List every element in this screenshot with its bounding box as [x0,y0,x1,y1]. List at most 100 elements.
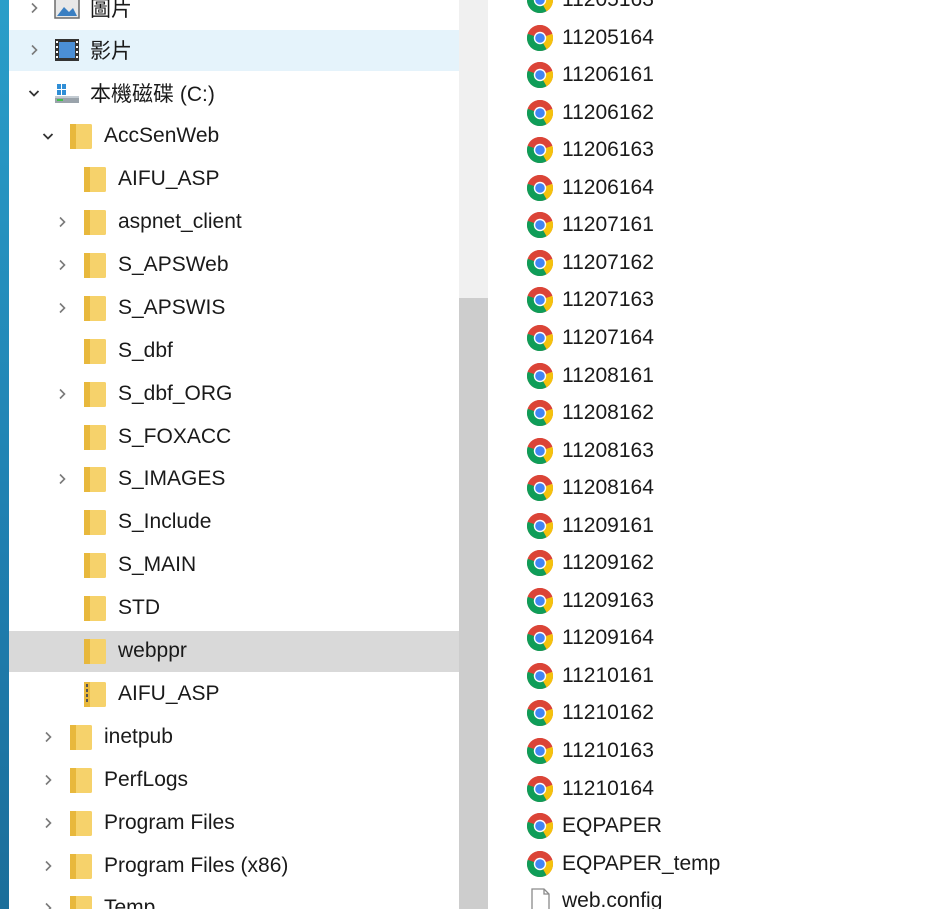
file-item[interactable]: 11210163 [526,733,654,769]
file-name: EQPAPER [562,814,662,838]
file-item[interactable]: 11206162 [526,95,654,131]
nav-item[interactable]: 本機磁碟 (C:) [9,73,459,114]
chevron-right-icon[interactable] [38,813,58,833]
chevron-right-icon[interactable] [52,212,72,232]
nav-item[interactable]: 圖片 [9,0,459,28]
chevron-right-icon[interactable] [52,255,72,275]
nav-item-label: 影片 [90,40,132,64]
file-item[interactable]: 11210164 [526,771,654,807]
folder-icon [68,851,94,881]
nav-item[interactable]: Program Files (x86) [9,845,459,886]
nav-item[interactable]: 影片 [9,29,459,71]
chevron-right-icon[interactable] [38,770,58,790]
chrome-icon [526,249,554,277]
file-item[interactable]: 11207164 [526,320,654,356]
file-item[interactable]: 11210162 [526,695,654,731]
chevron-right-icon[interactable] [38,727,58,747]
chevron-right-icon[interactable] [24,0,44,18]
nav-item[interactable]: S_APSWIS [9,287,459,328]
nav-item[interactable]: aspnet_client [9,202,459,243]
nav-item[interactable]: Temp [9,888,459,909]
nav-item-label: aspnet_client [118,210,242,233]
chrome-icon [526,136,554,164]
nav-item-label: S_Include [118,510,212,534]
nav-item[interactable]: AccSenWeb [9,116,459,157]
chevron-right-icon[interactable] [24,40,44,60]
file-name: 11207162 [562,250,654,274]
file-item[interactable]: EQPAPER_temp [526,846,720,882]
folder-icon [82,336,108,366]
nav-item-label: webppr [118,639,187,662]
window-frame-left [0,0,9,909]
file-item[interactable]: EQPAPER [526,808,662,844]
chevron-right-icon[interactable] [52,469,72,489]
nav-item[interactable]: S_Include [9,502,459,543]
file-item[interactable]: 11205163 [526,0,654,18]
file-item[interactable]: 11209163 [526,583,654,619]
file-name: 11210163 [562,739,654,762]
file-name: 11207164 [562,325,654,349]
folder-icon [82,250,108,280]
chevron-down-icon[interactable] [24,83,44,103]
nav-item-label: AIFU_ASP [118,167,220,191]
file-item[interactable]: 11207161 [526,207,654,243]
file-name: 11206161 [562,63,654,87]
chrome-icon [526,99,554,127]
file-item[interactable]: web.config [526,883,662,909]
file-name: 11209161 [562,513,654,537]
file-list-pane[interactable]: 11205163 11205164 11206161 11206162 11206163… [488,0,927,909]
nav-item[interactable]: STD [9,588,459,629]
nav-item[interactable]: S_dbf_ORG [9,373,459,414]
file-item[interactable]: 11208163 [526,433,654,469]
file-item[interactable]: 11208161 [526,358,654,394]
nav-item[interactable]: S_MAIN [9,545,459,586]
nav-item-label: Temp [104,896,156,909]
file-item[interactable]: 11207163 [526,282,654,318]
chrome-icon [526,549,554,577]
nav-scrollbar-thumb[interactable] [459,298,488,909]
file-name: 11208162 [562,401,654,425]
navigation-pane[interactable]: 圖片影片本機磁碟 (C:) AccSenWeb AIFU_ASP aspnet_cli… [9,0,459,909]
file-item[interactable]: 11206161 [526,57,654,93]
file-item[interactable]: 11210161 [526,658,654,694]
file-item[interactable]: 11209161 [526,508,654,544]
nav-item-label: inetpub [104,724,173,748]
file-name: 11209162 [562,551,654,575]
folder-icon [82,550,108,580]
nav-item-label: Program Files [104,810,235,834]
nav-item-label: S_FOXACC [118,424,232,448]
file-item[interactable]: 11209162 [526,545,654,581]
file-name: 11207161 [562,213,654,237]
nav-item[interactable]: Program Files [9,802,459,843]
chevron-right-icon[interactable] [38,898,58,909]
file-item[interactable]: 11206164 [526,170,654,206]
nav-item[interactable]: AIFU_ASP [9,159,459,200]
file-name: 11206162 [562,100,654,124]
nav-item[interactable]: PerfLogs [9,759,459,800]
file-item[interactable]: 11209164 [526,620,654,656]
chevron-right-icon[interactable] [52,384,72,404]
file-name: 11206163 [562,138,654,162]
file-item[interactable]: 11205164 [526,20,654,56]
chrome-icon [526,737,554,765]
chevron-right-icon[interactable] [52,298,72,318]
nav-item[interactable]: S_dbf [9,330,459,371]
file-item[interactable]: 11208162 [526,395,654,431]
chrome-icon [526,286,554,314]
nav-item[interactable]: S_IMAGES [9,459,459,500]
chevron-down-icon[interactable] [38,126,58,146]
nav-item[interactable]: S_APSWeb [9,244,459,285]
file-item[interactable]: 11206163 [526,132,654,168]
nav-scrollbar[interactable] [459,0,488,909]
file-item[interactable]: 11208164 [526,470,654,506]
nav-item[interactable]: webppr [9,630,459,672]
nav-item[interactable]: AIFU_ASP [9,673,459,714]
chevron-right-icon[interactable] [38,856,58,876]
file-item[interactable]: 11207162 [526,245,654,281]
nav-item[interactable]: S_FOXACC [9,416,459,457]
nav-item[interactable]: inetpub [9,716,459,757]
